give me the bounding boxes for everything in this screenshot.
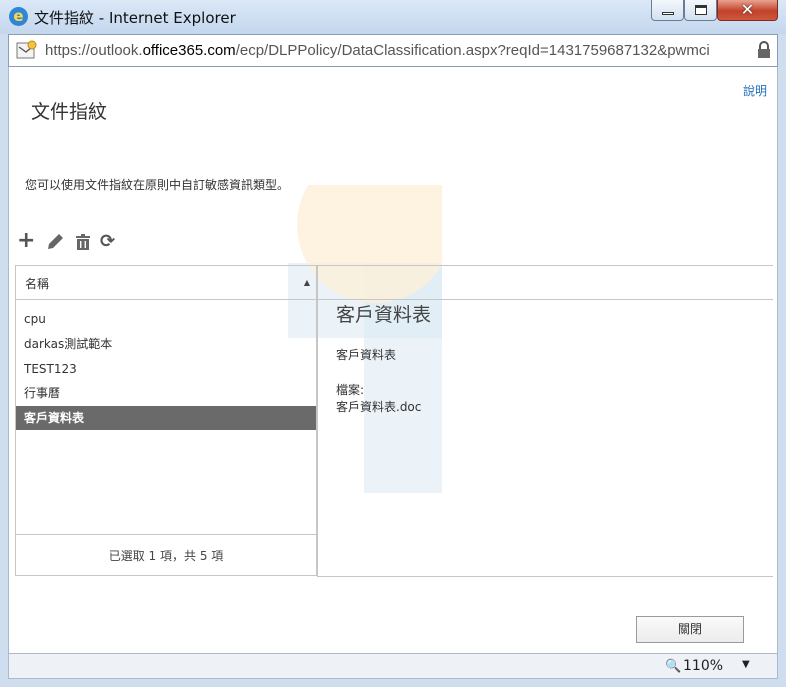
list-item-selected[interactable]: 客戶資料表 xyxy=(16,406,316,430)
title-bar: e 文件指紋 - Internet Explorer ✕ xyxy=(0,0,786,34)
close-window-button[interactable]: ✕ xyxy=(717,0,778,21)
minimize-button[interactable] xyxy=(651,0,684,21)
file-name: 客戶資料表.doc xyxy=(336,400,422,414)
file-label: 檔案: xyxy=(336,383,365,397)
edit-icon[interactable] xyxy=(45,231,65,253)
window-frame-bottom xyxy=(0,679,786,687)
list-item[interactable]: cpu xyxy=(16,307,316,331)
address-bar[interactable]: https://outlook.office365.com/ecp/DLPPol… xyxy=(8,34,778,67)
url-text[interactable]: https://outlook.office365.com/ecp/DLPPol… xyxy=(45,42,710,59)
detail-title: 客戶資料表 xyxy=(336,304,432,326)
page-icon xyxy=(16,40,37,59)
fingerprint-list: 名稱 ▲ cpu darkas測試範本 TEST123 行事曆 客戶資料表 xyxy=(15,265,317,576)
maximize-button[interactable] xyxy=(684,0,717,21)
help-link[interactable]: 說明 xyxy=(743,82,767,99)
close-button[interactable]: 關閉 xyxy=(636,616,744,643)
dialog-content: 說明 文件指紋 您可以使用文件指紋在原則中自訂敏感資訊類型。 + ⟳ 名稱 ▲ … xyxy=(8,67,778,653)
window-title: 文件指紋 - Internet Explorer xyxy=(34,9,236,27)
page-title: 文件指紋 xyxy=(31,101,108,123)
ie-logo-icon: e xyxy=(9,7,28,26)
zoom-dropdown-icon[interactable]: ▼ xyxy=(742,659,750,670)
detail-pane: 客戶資料表 客戶資料表 檔案: 客戶資料表.doc xyxy=(317,300,773,577)
list-header[interactable]: 名稱 ▲ xyxy=(16,266,316,300)
selection-count: 已選取 1 項，共 5 項 xyxy=(15,534,317,577)
list-item[interactable]: darkas測試範本 xyxy=(16,332,316,356)
delete-icon[interactable] xyxy=(73,231,93,253)
lock-icon[interactable] xyxy=(757,41,771,59)
sort-ascending-icon[interactable]: ▲ xyxy=(304,278,310,287)
zoom-icon[interactable]: 🔍 xyxy=(665,659,681,674)
list-item[interactable]: TEST123 xyxy=(16,357,316,381)
refresh-icon[interactable]: ⟳ xyxy=(100,231,120,253)
column-header-name[interactable]: 名稱 xyxy=(25,275,49,292)
close-icon: ✕ xyxy=(740,0,755,19)
zoom-level[interactable]: 110% xyxy=(683,658,723,674)
status-bar: 🔍 110% ▼ xyxy=(8,653,778,679)
page-description: 您可以使用文件指紋在原則中自訂敏感資訊類型。 xyxy=(25,178,290,192)
detail-description: 客戶資料表 xyxy=(336,348,397,362)
list-item[interactable]: 行事曆 xyxy=(16,381,316,405)
minimize-icon xyxy=(662,12,674,15)
add-icon[interactable]: + xyxy=(17,230,37,253)
maximize-icon xyxy=(695,5,707,15)
detail-header xyxy=(317,265,773,300)
